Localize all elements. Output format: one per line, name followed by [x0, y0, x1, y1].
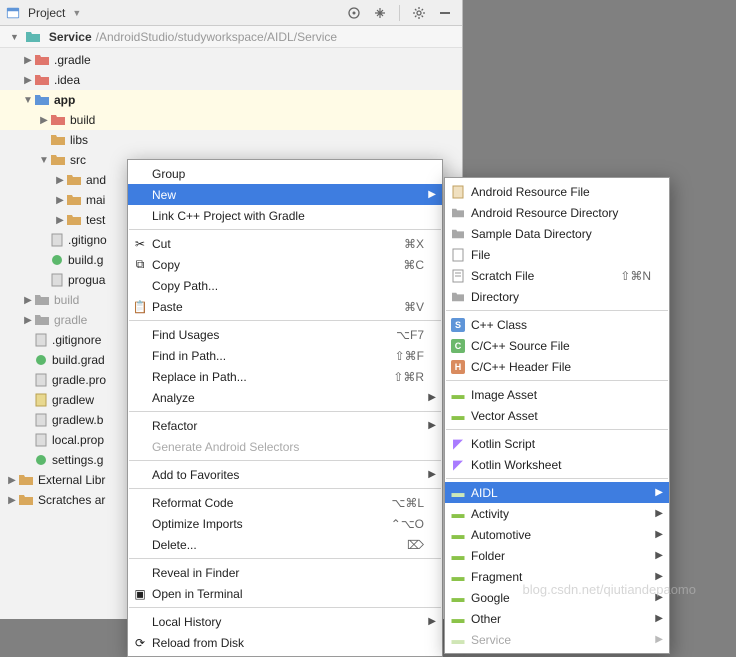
android-icon: ▬ — [450, 506, 466, 522]
sub-fragment[interactable]: ▬Fragment▶ — [445, 566, 669, 587]
menu-cut[interactable]: ✂Cut⌘X — [128, 233, 442, 254]
menu-reformat[interactable]: Reformat Code⌥⌘L — [128, 492, 442, 513]
menu-copy-path[interactable]: Copy Path... — [128, 275, 442, 296]
sub-kotlin-worksheet[interactable]: ◤Kotlin Worksheet — [445, 454, 669, 475]
tree-node[interactable]: ▶libs — [0, 130, 462, 150]
sub-scratch[interactable]: Scratch File⇧⌘N — [445, 265, 669, 286]
sub-file[interactable]: File — [445, 244, 669, 265]
cut-icon: ✂ — [132, 236, 148, 252]
android-icon: ▬ — [450, 485, 466, 501]
menu-generate-selectors: Generate Android Selectors — [128, 436, 442, 457]
breadcrumb: ▼ Service /AndroidStudio/studyworkspace/… — [0, 26, 462, 48]
sub-cpp-class[interactable]: SC++ Class — [445, 314, 669, 335]
tree-node[interactable]: ▶.gradle — [0, 50, 462, 70]
kotlin-icon: ◤ — [450, 436, 466, 452]
sub-cpp-header[interactable]: HC/C++ Header File — [445, 356, 669, 377]
context-menu[interactable]: Group New▶ Link C++ Project with Gradle … — [127, 159, 443, 657]
sub-service[interactable]: ▬Service▶ — [445, 629, 669, 650]
menu-new[interactable]: New▶ — [128, 184, 442, 205]
sub-image-asset[interactable]: ▬Image Asset — [445, 384, 669, 405]
sub-res-dir[interactable]: Android Resource Directory — [445, 202, 669, 223]
sub-directory[interactable]: Directory — [445, 286, 669, 307]
sub-res-file[interactable]: Android Resource File — [445, 181, 669, 202]
sub-sample-dir[interactable]: Sample Data Directory — [445, 223, 669, 244]
menu-analyze[interactable]: Analyze▶ — [128, 387, 442, 408]
menu-optimize-imports[interactable]: Optimize Imports⌃⌥O — [128, 513, 442, 534]
android-icon: ▬ — [450, 548, 466, 564]
sub-automotive[interactable]: ▬Automotive▶ — [445, 524, 669, 545]
sub-kotlin-script[interactable]: ◤Kotlin Script — [445, 433, 669, 454]
submenu-new[interactable]: Android Resource File Android Resource D… — [444, 177, 670, 654]
android-icon: ▬ — [450, 632, 466, 648]
folder-icon — [25, 30, 41, 44]
android-icon: ▬ — [450, 408, 466, 424]
sub-aidl[interactable]: ▬AIDL▶ — [445, 482, 669, 503]
android-icon: ▬ — [450, 590, 466, 606]
breadcrumb-root: Service — [49, 30, 92, 44]
menu-local-history[interactable]: Local History▶ — [128, 611, 442, 632]
gear-icon[interactable] — [408, 2, 430, 24]
menu-find-usages[interactable]: Find Usages⌥F7 — [128, 324, 442, 345]
sub-activity[interactable]: ▬Activity▶ — [445, 503, 669, 524]
expand-icon[interactable] — [369, 2, 391, 24]
copy-icon: ⧉ — [132, 257, 148, 273]
reload-icon: ⟳ — [132, 635, 148, 651]
menu-open-terminal[interactable]: ▣Open in Terminal — [128, 583, 442, 604]
android-icon: ▬ — [450, 569, 466, 585]
menu-group[interactable]: Group — [128, 163, 442, 184]
sub-vector-asset[interactable]: ▬Vector Asset — [445, 405, 669, 426]
menu-reveal-finder[interactable]: Reveal in Finder — [128, 562, 442, 583]
breadcrumb-path: /AndroidStudio/studyworkspace/AIDL/Servi… — [96, 30, 337, 44]
menu-replace-in-path[interactable]: Replace in Path...⇧⌘R — [128, 366, 442, 387]
panel-toolbar: Project ▼ — [0, 0, 462, 26]
kotlin-icon: ◤ — [450, 457, 466, 473]
menu-reload[interactable]: ⟳Reload from Disk — [128, 632, 442, 653]
tree-node[interactable]: ▶.idea — [0, 70, 462, 90]
sub-folder[interactable]: ▬Folder▶ — [445, 545, 669, 566]
menu-refactor[interactable]: Refactor▶ — [128, 415, 442, 436]
target-icon[interactable] — [343, 2, 365, 24]
android-icon: ▬ — [450, 527, 466, 543]
tree-node[interactable]: ▶build — [0, 110, 462, 130]
dropdown-arrow-icon[interactable]: ▼ — [72, 8, 81, 18]
menu-add-favorites[interactable]: Add to Favorites▶ — [128, 464, 442, 485]
menu-link-cpp[interactable]: Link C++ Project with Gradle — [128, 205, 442, 226]
sub-google[interactable]: ▬Google▶ — [445, 587, 669, 608]
menu-paste[interactable]: 📋Paste⌘V — [128, 296, 442, 317]
menu-copy[interactable]: ⧉Copy⌘C — [128, 254, 442, 275]
paste-icon: 📋 — [132, 299, 148, 315]
tree-node-app[interactable]: ▼app — [0, 90, 462, 110]
android-icon: ▬ — [450, 387, 466, 403]
minimize-icon[interactable] — [434, 2, 456, 24]
menu-delete[interactable]: Delete...⌦ — [128, 534, 442, 555]
menu-find-in-path[interactable]: Find in Path...⇧⌘F — [128, 345, 442, 366]
sub-cpp-source[interactable]: CC/C++ Source File — [445, 335, 669, 356]
terminal-icon: ▣ — [132, 586, 148, 602]
panel-title: Project — [28, 6, 65, 20]
project-icon — [6, 6, 20, 20]
